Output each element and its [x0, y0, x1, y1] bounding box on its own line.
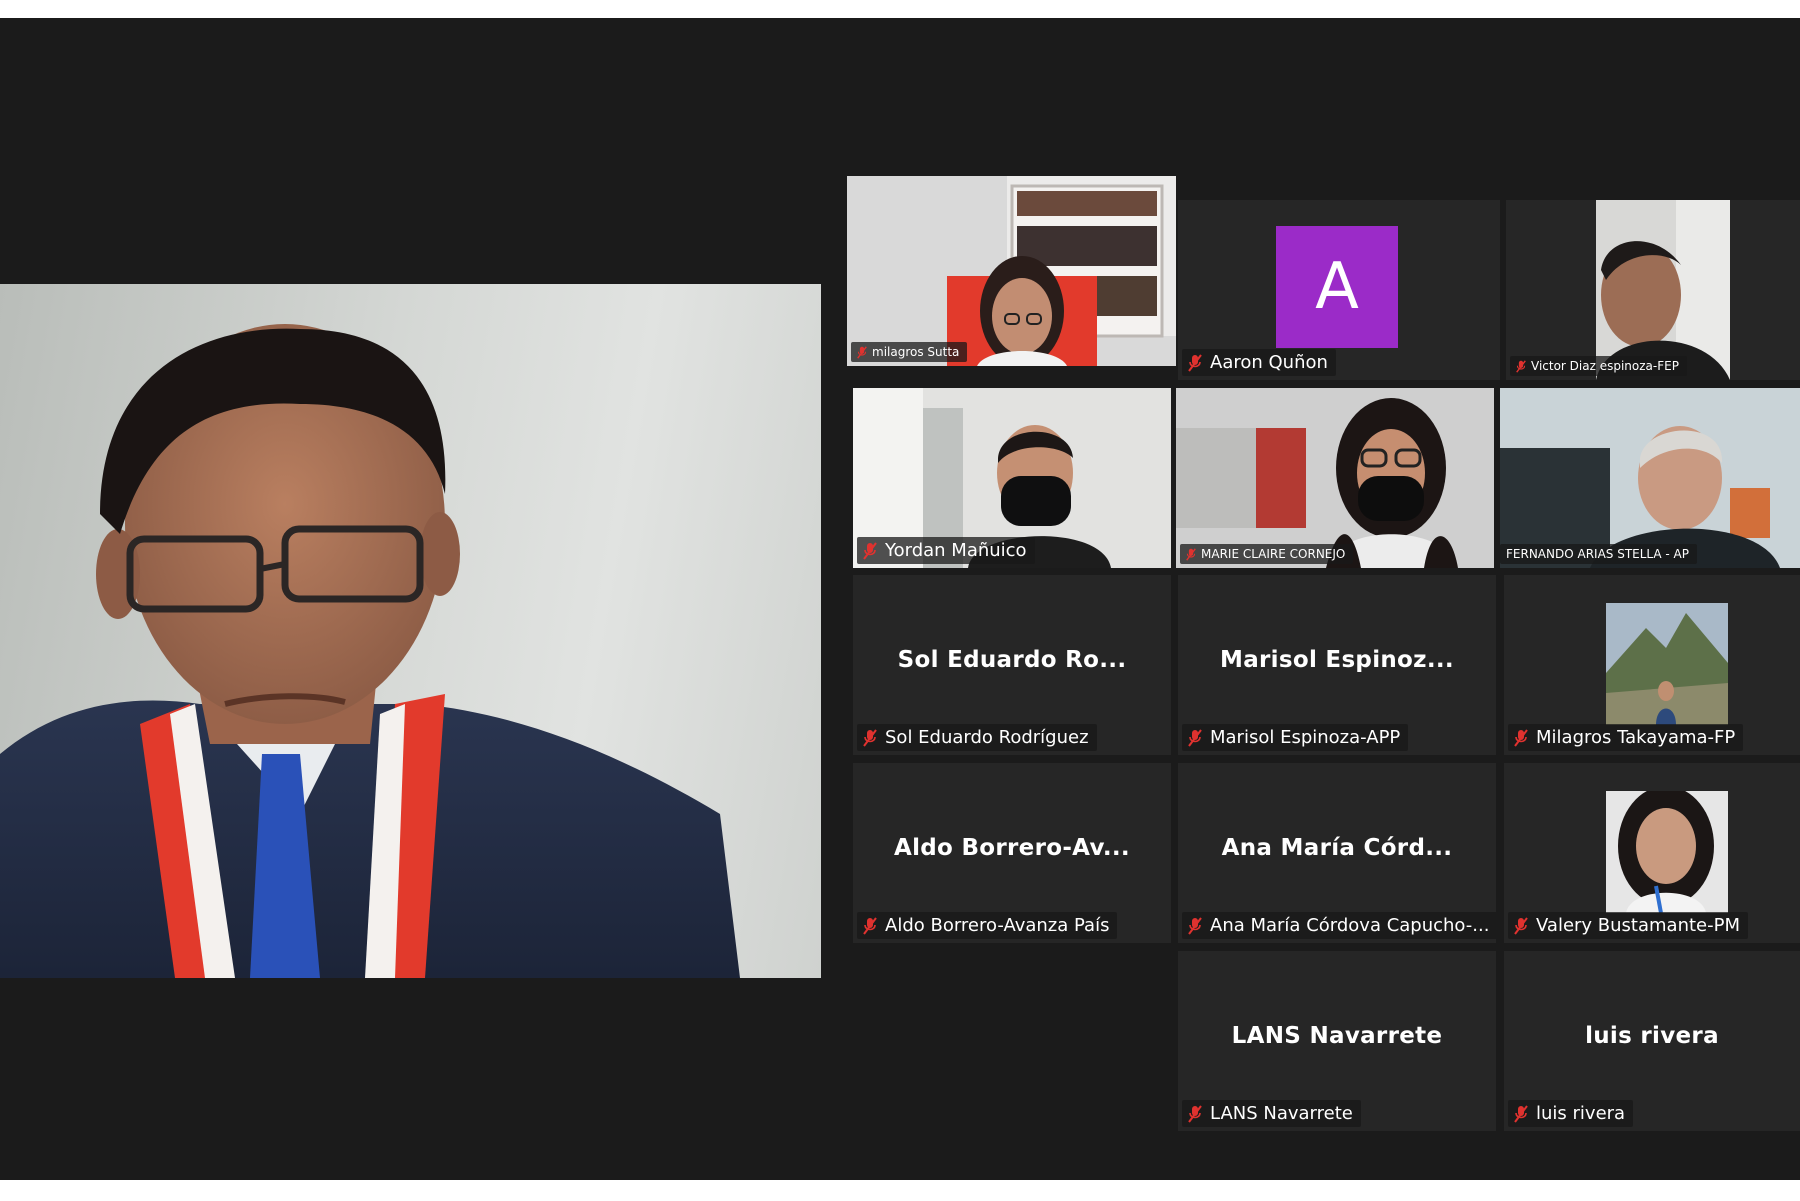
muted-mic-icon: [863, 916, 877, 935]
meeting-stage: milagros Sutta A Aaron Quñon Victor Diaz…: [0, 18, 1800, 1180]
muted-mic-icon: [1516, 359, 1526, 373]
participant-name-tag: milagros Sutta: [851, 342, 968, 362]
participant-name-tag: Yordan Mañuico: [857, 537, 1035, 564]
participant-display-name: Sol Eduardo Ro...: [897, 647, 1127, 673]
participant-name-tag: Aaron Quñon: [1182, 349, 1336, 376]
participant-name: Aaron Quñon: [1210, 352, 1328, 373]
muted-mic-icon: [1188, 1104, 1202, 1123]
muted-mic-icon: [1188, 916, 1202, 935]
muted-mic-icon: [863, 728, 877, 747]
participant-name: milagros Sutta: [872, 345, 960, 359]
participant-name: FERNANDO ARIAS STELLA - AP: [1506, 547, 1689, 561]
participant-name-tag: FERNANDO ARIAS STELLA - AP: [1500, 544, 1697, 564]
participant-name-tag: Milagros Takayama-FP: [1508, 724, 1744, 751]
participant-tile-yordan-manuico[interactable]: Yordan Mañuico: [853, 388, 1171, 568]
participant-name-tag: Sol Eduardo Rodríguez: [857, 724, 1097, 751]
participant-display-name: luis rivera: [1585, 1023, 1719, 1049]
speaker-video-frame: [0, 324, 740, 978]
participant-name: luis rivera: [1536, 1103, 1626, 1124]
participant-name-tag: Aldo Borrero-Avanza País: [857, 912, 1118, 939]
muted-mic-icon: [1514, 916, 1528, 935]
participant-tile-marie-claire[interactable]: MARIE CLAIRE CORNEJO: [1176, 388, 1494, 568]
participant-name-tag: Marisol Espinoza-APP: [1182, 724, 1409, 751]
participant-name-tag: MARIE CLAIRE CORNEJO: [1180, 544, 1354, 564]
participant-name: Ana María Córdova Capucho-...: [1210, 915, 1490, 936]
participant-name: Sol Eduardo Rodríguez: [885, 727, 1089, 748]
participant-video: [1506, 200, 1800, 380]
participant-tile-victor-diaz[interactable]: Victor Diaz espinoza-FEP: [1506, 200, 1800, 380]
muted-mic-icon: [1514, 728, 1528, 747]
participant-name: Yordan Mañuico: [885, 540, 1027, 561]
participant-tile-marisol-espinoza[interactable]: Marisol Espinoz... Marisol Espinoza-APP: [1178, 575, 1496, 755]
participant-name: Victor Diaz espinoza-FEP: [1531, 359, 1679, 373]
participant-video: [847, 176, 1176, 366]
participant-tile-milagros-sutta[interactable]: milagros Sutta: [847, 176, 1176, 366]
participant-tile-aaron-qunon[interactable]: A Aaron Quñon: [1178, 200, 1500, 380]
participant-display-name: Ana María Córd...: [1221, 835, 1453, 861]
participant-name: LANS Navarrete: [1210, 1103, 1353, 1124]
participant-name: MARIE CLAIRE CORNEJO: [1201, 547, 1346, 561]
participant-tile-sol-eduardo[interactable]: Sol Eduardo Ro... Sol Eduardo Rodríguez: [853, 575, 1171, 755]
participant-tile-ana-maria-cordova[interactable]: Ana María Córd... Ana María Córdova Capu…: [1178, 763, 1496, 943]
participant-video: [1500, 388, 1800, 568]
participant-tile-lans-navarrete[interactable]: LANS Navarrete LANS Navarrete: [1178, 951, 1496, 1131]
participant-name-tag: Valery Bustamante-PM: [1508, 912, 1749, 939]
muted-mic-icon: [857, 345, 867, 359]
participant-video: [1176, 388, 1494, 568]
profile-photo: [1606, 603, 1728, 725]
avatar: A: [1276, 226, 1398, 348]
muted-mic-icon: [1188, 353, 1202, 372]
participant-tile-valery-bustamante[interactable]: Valery Bustamante-PM: [1504, 763, 1800, 943]
participant-tile-luis-rivera[interactable]: luis rivera luis rivera: [1504, 951, 1800, 1131]
active-speaker-video[interactable]: [0, 284, 821, 978]
participant-name-tag: Victor Diaz espinoza-FEP: [1510, 356, 1687, 376]
participant-display-name: Aldo Borrero-Av...: [894, 835, 1130, 861]
participant-name: Aldo Borrero-Avanza País: [885, 915, 1110, 936]
participant-display-name: LANS Navarrete: [1231, 1023, 1443, 1049]
muted-mic-icon: [1188, 728, 1202, 747]
participant-name: Milagros Takayama-FP: [1536, 727, 1736, 748]
muted-mic-icon: [863, 541, 877, 560]
profile-photo: [1606, 791, 1728, 913]
participant-name-tag: luis rivera: [1508, 1100, 1634, 1127]
participant-name-tag: LANS Navarrete: [1182, 1100, 1361, 1127]
muted-mic-icon: [1514, 1104, 1528, 1123]
participant-display-name: Marisol Espinoz...: [1220, 647, 1454, 673]
participant-name-tag: Ana María Córdova Capucho-...: [1182, 912, 1496, 939]
muted-mic-icon: [1186, 547, 1196, 561]
participant-name: Marisol Espinoza-APP: [1210, 727, 1401, 748]
participant-tile-aldo-borrero[interactable]: Aldo Borrero-Av... Aldo Borrero-Avanza P…: [853, 763, 1171, 943]
participant-tile-milagros-takayama[interactable]: Milagros Takayama-FP: [1504, 575, 1800, 755]
participant-name: Valery Bustamante-PM: [1536, 915, 1741, 936]
participant-tile-fernando-arias[interactable]: FERNANDO ARIAS STELLA - AP: [1500, 388, 1800, 568]
